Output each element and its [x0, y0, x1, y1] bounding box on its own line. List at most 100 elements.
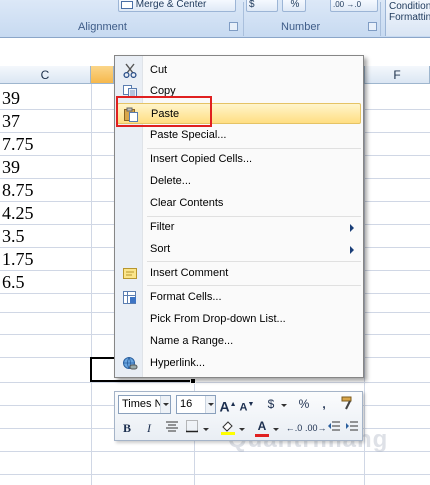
menu-separator — [147, 285, 361, 286]
menu-item-label: Cut — [150, 64, 168, 76]
submenu-arrow-icon — [350, 246, 354, 254]
menu-item-insert-comment[interactable]: Insert Comment — [117, 263, 361, 284]
menu-item-clear-contents[interactable]: Clear Contents — [117, 193, 361, 214]
alignment-dialog-launcher-icon[interactable] — [229, 22, 238, 31]
shrink-font-letter: A — [239, 401, 248, 414]
menu-item-label: Delete... — [150, 175, 191, 187]
menu-item-label: Clear Contents — [150, 197, 224, 209]
center-align-icon[interactable] — [163, 419, 181, 438]
cell-value[interactable]: 7.75 — [2, 133, 34, 155]
conditional-formatting-label: Conditional Formatting — [389, 1, 430, 23]
fill-handle[interactable] — [190, 378, 196, 384]
conditional-formatting-button[interactable]: Conditional Formatting — [385, 0, 430, 36]
font-color-letter: A — [257, 419, 267, 433]
menu-item-label: Insert Comment — [150, 267, 229, 279]
font-size-value: 16 — [180, 398, 193, 410]
increase-indent-icon[interactable] — [343, 419, 361, 438]
menu-item-filter[interactable]: Filter — [117, 217, 361, 238]
cell-value[interactable]: 6.5 — [2, 271, 25, 293]
menu-item-label: Filter — [150, 221, 175, 233]
chevron-down-icon[interactable] — [273, 428, 279, 431]
ribbon-separator — [243, 2, 244, 36]
menu-item-label: Name a Range... — [150, 335, 234, 347]
font-name-combo[interactable]: Times Ne — [118, 395, 171, 414]
ribbon: Merge & Center $ % .00 →.0 Alignment Num… — [0, 0, 430, 38]
gridline — [0, 474, 430, 475]
cell-value[interactable]: 39 — [2, 156, 20, 178]
decimal-label: .00 →.0 — [333, 0, 362, 9]
ribbon-separator — [380, 2, 381, 36]
format-painter-icon[interactable] — [339, 395, 357, 414]
chevron-down-icon[interactable] — [239, 428, 245, 431]
format-cells-icon — [122, 290, 138, 305]
percent-format-button[interactable]: % — [282, 0, 306, 12]
cell-value[interactable]: 39 — [2, 87, 20, 109]
decrease-decimal-icon[interactable]: .00→ — [305, 419, 327, 438]
hyperlink-icon — [122, 356, 138, 371]
menu-item-hyperlink[interactable]: Hyperlink... — [117, 353, 361, 374]
comma-style-button[interactable]: , — [315, 395, 333, 414]
gridline — [91, 84, 92, 485]
menu-item-sort[interactable]: Sort — [117, 239, 361, 260]
chevron-down-icon[interactable] — [203, 428, 209, 431]
submenu-arrow-icon — [350, 224, 354, 232]
cell-value[interactable]: 37 — [2, 110, 20, 132]
cell-value[interactable]: 4.25 — [2, 202, 34, 224]
scissors-icon — [122, 63, 138, 79]
chevron-down-icon[interactable] — [281, 404, 287, 407]
column-header-c[interactable]: C — [0, 66, 91, 84]
cell-value[interactable]: 8.75 — [2, 179, 34, 201]
menu-item-name-a-range[interactable]: Name a Range... — [117, 331, 361, 352]
gridline — [364, 84, 365, 485]
font-color-swatch — [255, 434, 269, 437]
currency-symbol: $ — [249, 0, 255, 10]
cell-value[interactable]: 1.75 — [2, 248, 34, 270]
bold-button[interactable]: B — [118, 419, 136, 438]
menu-item-label: Insert Copied Cells... — [150, 153, 253, 165]
comma-label: , — [322, 397, 326, 411]
group-label-alignment: Alignment — [78, 21, 127, 33]
menu-item-pick-from-dropdown[interactable]: Pick From Drop-down List... — [117, 309, 361, 330]
menu-item-delete[interactable]: Delete... — [117, 171, 361, 192]
menu-item-label: Format Cells... — [150, 291, 222, 303]
mini-toolbar: Times Ne 16 A▲ A▼ $ % , B I A ←.0 .00→ — [114, 391, 363, 441]
cell-value[interactable]: 3.5 — [2, 225, 25, 247]
bold-label: B — [122, 421, 131, 435]
merge-center-button[interactable]: Merge & Center — [118, 0, 236, 12]
merge-center-label: Merge & Center — [135, 0, 207, 10]
menu-item-label: Hyperlink... — [150, 357, 206, 369]
menu-item-insert-copied-cells[interactable]: Insert Copied Cells... — [117, 149, 361, 170]
menu-item-paste-special[interactable]: Paste Special... — [117, 125, 361, 146]
menu-item-cut[interactable]: Cut — [117, 60, 361, 81]
chevron-down-icon[interactable] — [205, 396, 215, 413]
borders-icon[interactable] — [183, 419, 201, 438]
grow-font-button[interactable]: A▲ — [219, 395, 237, 415]
menu-item-format-cells[interactable]: Format Cells... — [117, 287, 361, 308]
decimal-button[interactable]: .00 →.0 — [330, 0, 378, 12]
font-color-button[interactable]: A — [253, 417, 271, 437]
group-label-number: Number — [281, 21, 321, 33]
italic-button[interactable]: I — [140, 419, 158, 438]
menu-separator — [147, 261, 361, 262]
currency-label: $ — [267, 397, 275, 411]
percent-symbol: % — [290, 0, 300, 10]
number-dialog-launcher-icon[interactable] — [368, 22, 377, 31]
chevron-down-icon[interactable] — [160, 396, 170, 413]
increase-decimal-icon[interactable]: ←.0 — [285, 419, 303, 438]
gridline — [0, 382, 430, 383]
font-size-combo[interactable]: 16 — [176, 395, 216, 414]
menu-item-label: Paste Special... — [150, 129, 227, 141]
decrease-indent-icon[interactable] — [325, 419, 343, 438]
column-header-d[interactable] — [91, 66, 114, 84]
menu-item-label: Sort — [150, 243, 171, 255]
fill-color-icon[interactable] — [219, 419, 237, 438]
percent-style-button[interactable]: % — [295, 395, 313, 414]
accounting-format-button[interactable]: $ — [262, 395, 280, 414]
column-header-f[interactable]: F — [365, 66, 430, 84]
comment-icon — [122, 266, 138, 281]
grow-font-letter: A — [219, 398, 230, 415]
italic-label: I — [147, 421, 151, 435]
currency-format-button[interactable]: $ — [246, 0, 278, 12]
menu-item-label: Pick From Drop-down List... — [150, 313, 286, 325]
shrink-font-button[interactable]: A▼ — [238, 395, 256, 414]
